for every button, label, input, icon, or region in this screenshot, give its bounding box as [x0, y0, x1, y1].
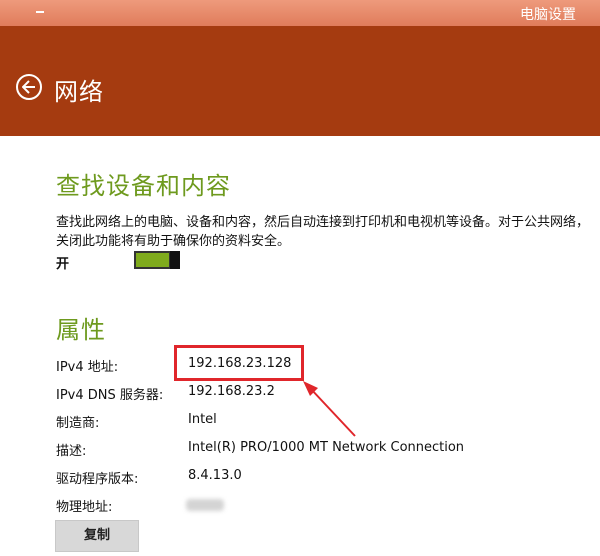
ipv4-dns-label: IPv4 DNS 服务器:: [56, 388, 164, 403]
ipv4-dns-value: 192.168.23.2: [188, 384, 275, 399]
physical-address-label: 物理地址:: [56, 500, 113, 515]
discovery-toggle[interactable]: [134, 251, 180, 269]
description-label: 描述:: [56, 444, 87, 459]
physical-address-redacted: [186, 499, 224, 511]
minimize-icon[interactable]: [36, 11, 44, 13]
back-arrow-icon: [22, 80, 35, 94]
page-header: 网络: [0, 26, 600, 136]
back-button[interactable]: [16, 74, 42, 100]
app-title: 电脑设置: [520, 7, 576, 23]
description-value: Intel(R) PRO/1000 MT Network Connection: [188, 440, 465, 455]
toggle-fill: [136, 253, 169, 267]
driver-version-label: 驱动程序版本:: [56, 472, 139, 487]
page-title: 网络: [54, 78, 104, 106]
manufacturer-value: Intel: [188, 412, 217, 427]
discovery-description: 查找此网络上的电脑、设备和内容，然后自动连接到打印机和电视机等设备。对于公共网络…: [56, 215, 590, 249]
properties-heading: 属性: [56, 316, 106, 344]
title-bar: 电脑设置: [0, 0, 600, 26]
toggle-thumb[interactable]: [170, 251, 180, 269]
discovery-heading: 查找设备和内容: [56, 172, 231, 200]
annotation-highlight-box: [174, 345, 304, 381]
copy-button[interactable]: 复制: [55, 520, 139, 552]
ipv4-address-label: IPv4 地址:: [56, 360, 119, 375]
manufacturer-label: 制造商:: [56, 416, 100, 431]
driver-version-value: 8.4.13.0: [188, 468, 242, 483]
toggle-state-label: 开: [56, 257, 70, 272]
